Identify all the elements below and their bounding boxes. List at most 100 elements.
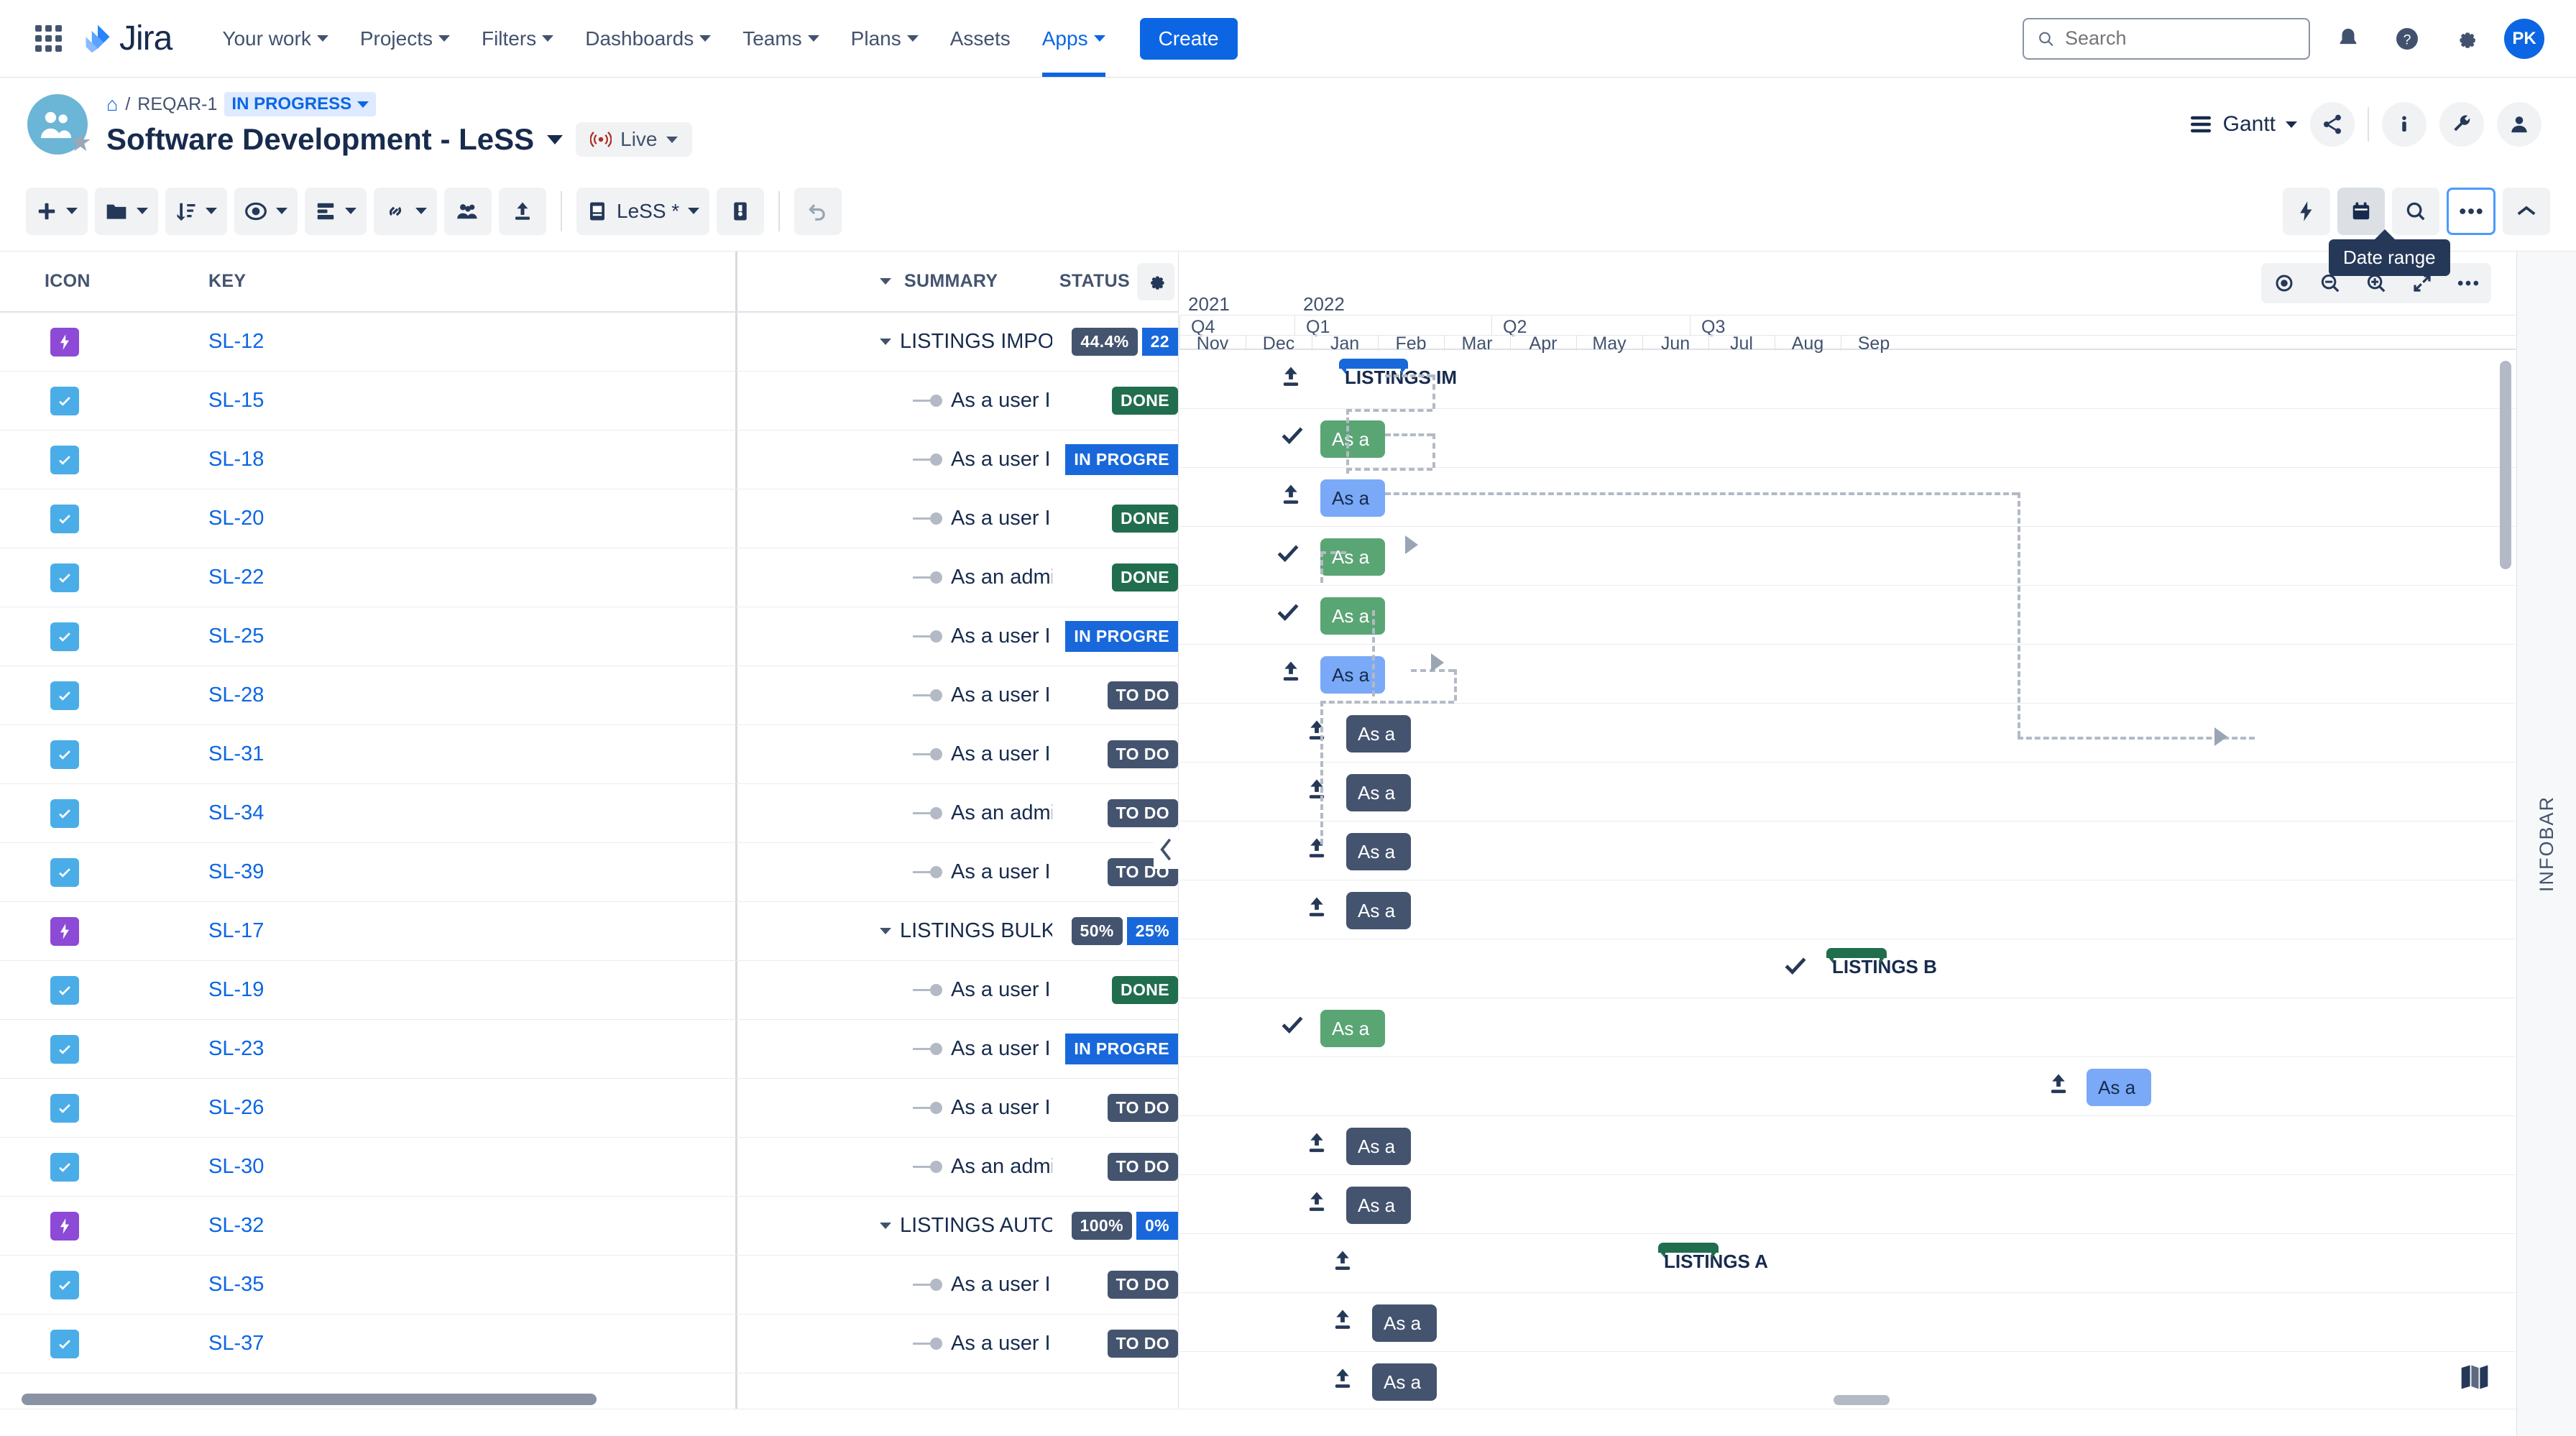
breadcrumb-project-key[interactable]: REQAR-1 [137, 94, 217, 115]
search-input-wrapper[interactable] [2023, 17, 2310, 60]
collapse-table-handle[interactable] [1154, 830, 1179, 869]
issue-key-link[interactable]: SL-30 [208, 1155, 424, 1179]
table-row[interactable]: SL-22 As an admin I want to have access t… [0, 548, 1178, 607]
table-row[interactable]: SL-31 As a user I would like to have an o… [0, 725, 1178, 784]
gantt-task-bar[interactable]: As a [1320, 597, 1385, 635]
table-row[interactable]: SL-39 As a user I want to stop and resume… [0, 843, 1178, 902]
issue-key-link[interactable]: SL-32 [208, 1214, 424, 1238]
info-button[interactable] [2382, 102, 2426, 147]
map-icon[interactable] [2451, 1356, 2498, 1399]
table-row[interactable]: SL-26 As a user I want to stop bulk impor… [0, 1079, 1178, 1138]
title-chevron-down-icon[interactable] [547, 134, 564, 144]
home-icon[interactable]: ⌂ [106, 93, 118, 116]
issue-key-link[interactable]: SL-37 [208, 1332, 424, 1356]
nav-item-dashboards[interactable]: Dashboards [569, 0, 727, 77]
nav-item-teams[interactable]: Teams [727, 0, 834, 77]
column-header-status[interactable]: STATUS [1052, 262, 1178, 300]
gantt-vertical-scrollbar[interactable] [2500, 361, 2511, 569]
view-switcher[interactable]: Gantt [2189, 112, 2297, 137]
table-row[interactable]: SL-18 As a user I want to import listings… [0, 431, 1178, 489]
gantt-task-bar[interactable]: As a [1320, 479, 1385, 517]
nav-item-apps[interactable]: Apps [1026, 0, 1121, 77]
nav-item-assets[interactable]: Assets [934, 0, 1026, 77]
table-row[interactable]: SL-28 As a user I want to be notified if … [0, 666, 1178, 725]
teams-button[interactable] [444, 187, 492, 235]
issue-key-link[interactable]: SL-26 [208, 1096, 424, 1120]
gantt-task-bar[interactable]: As a [2087, 1069, 2151, 1106]
table-row[interactable]: SL-25 As a user I want to see how long it… [0, 607, 1178, 666]
table-row[interactable]: SL-15 As a user I want to import selected… [0, 372, 1178, 431]
column-header-key[interactable]: KEY [208, 271, 424, 292]
gantt-task-bar[interactable]: As a [1346, 892, 1411, 929]
table-row[interactable]: SL-30 As an admin I want to have access t… [0, 1138, 1178, 1197]
more-options-button[interactable] [2447, 187, 2496, 235]
create-button[interactable]: Create [1139, 17, 1238, 60]
sort-button[interactable] [165, 187, 227, 235]
issue-key-link[interactable]: SL-23 [208, 1037, 424, 1061]
gantt-task-bar[interactable]: As a [1346, 1187, 1411, 1224]
export-button[interactable] [499, 187, 546, 235]
status-badge[interactable]: 25% [1126, 917, 1178, 945]
status-badge[interactable]: 44.4% [1072, 328, 1138, 356]
issue-key-link[interactable]: SL-31 [208, 742, 424, 766]
issue-key-link[interactable]: SL-17 [208, 919, 424, 943]
settings-icon[interactable] [2445, 18, 2487, 60]
save-button[interactable] [717, 187, 765, 235]
issue-key-link[interactable]: SL-22 [208, 566, 424, 589]
column-header-icon[interactable]: ICON [0, 271, 208, 292]
expand-collapse-chevron-down-icon[interactable] [880, 339, 891, 345]
expand-collapse-chevron-down-icon[interactable] [880, 928, 891, 934]
table-row[interactable]: SL-35 As a user I want the listings to be… [0, 1256, 1178, 1315]
gantt-search-button[interactable] [2392, 187, 2439, 235]
apps-grid-icon[interactable] [32, 22, 65, 55]
nav-item-filters[interactable]: Filters [466, 0, 569, 77]
configure-button[interactable] [2439, 102, 2484, 147]
columns-button[interactable] [305, 187, 367, 235]
status-badge[interactable]: TO DO [1107, 1271, 1178, 1299]
add-button[interactable] [26, 187, 88, 235]
expand-collapse-chevron-down-icon[interactable] [880, 1223, 891, 1229]
table-row[interactable]: SL-20 As a user I want to specify which i… [0, 489, 1178, 548]
search-input[interactable] [2064, 27, 2296, 50]
issue-key-link[interactable]: SL-12 [208, 330, 424, 354]
gantt-horizontal-scrollbar[interactable] [1834, 1395, 1890, 1405]
gantt-task-bar[interactable]: As a [1320, 1010, 1385, 1047]
collapse-toolbar-button[interactable] [2503, 187, 2550, 235]
help-icon[interactable]: ? [2386, 18, 2428, 60]
status-badge[interactable]: 22 [1141, 328, 1178, 356]
status-badge[interactable]: 100% [1071, 1212, 1132, 1240]
issue-key-link[interactable]: SL-34 [208, 801, 424, 825]
table-row[interactable]: SL-12LISTINGS IMPORT44.4%22 [0, 313, 1178, 372]
status-badge[interactable]: 50% [1071, 917, 1123, 945]
status-badge[interactable]: TO DO [1107, 1330, 1178, 1358]
target-icon[interactable] [2261, 263, 2307, 303]
nav-item-projects[interactable]: Projects [344, 0, 466, 77]
table-row[interactable]: SL-34 As an admin I want to see who perfo… [0, 784, 1178, 843]
status-badge[interactable]: IN PROGRESS [224, 92, 377, 116]
issue-key-link[interactable]: SL-28 [208, 684, 424, 707]
gantt-task-bar[interactable]: As a [1320, 420, 1385, 458]
star-icon[interactable]: ★ [69, 127, 92, 157]
table-horizontal-scrollbar[interactable] [22, 1394, 597, 1405]
status-badge[interactable]: TO DO [1107, 681, 1178, 709]
table-row[interactable]: SL-37 As a user I want to select to which… [0, 1315, 1178, 1373]
ellipsis-icon[interactable] [2445, 263, 2491, 303]
epic-bar[interactable]: LISTINGS B [1826, 948, 1937, 980]
status-badge[interactable]: DONE [1111, 387, 1178, 415]
gantt-task-bar[interactable]: As a [1372, 1304, 1437, 1342]
table-row[interactable]: SL-17LISTINGS BULK ADD50%25% [0, 902, 1178, 961]
gantt-task-bar[interactable]: As a [1346, 715, 1411, 752]
status-badge[interactable]: TO DO [1107, 1153, 1178, 1181]
visibility-button[interactable] [234, 187, 298, 235]
issue-key-link[interactable]: SL-19 [208, 978, 424, 1002]
issue-key-link[interactable]: SL-39 [208, 860, 424, 884]
gantt-task-bar[interactable]: As a [1346, 774, 1411, 811]
status-badge[interactable]: 0% [1136, 1212, 1178, 1240]
issue-key-link[interactable]: SL-18 [208, 448, 424, 471]
undo-button[interactable] [794, 187, 842, 235]
status-badge[interactable]: TO DO [1107, 740, 1178, 768]
gantt-task-bar[interactable]: As a [1346, 1128, 1411, 1165]
notifications-icon[interactable] [2327, 18, 2369, 60]
scheme-selector[interactable]: LeSS * [576, 187, 710, 235]
jira-logo[interactable]: Jira [82, 19, 172, 58]
